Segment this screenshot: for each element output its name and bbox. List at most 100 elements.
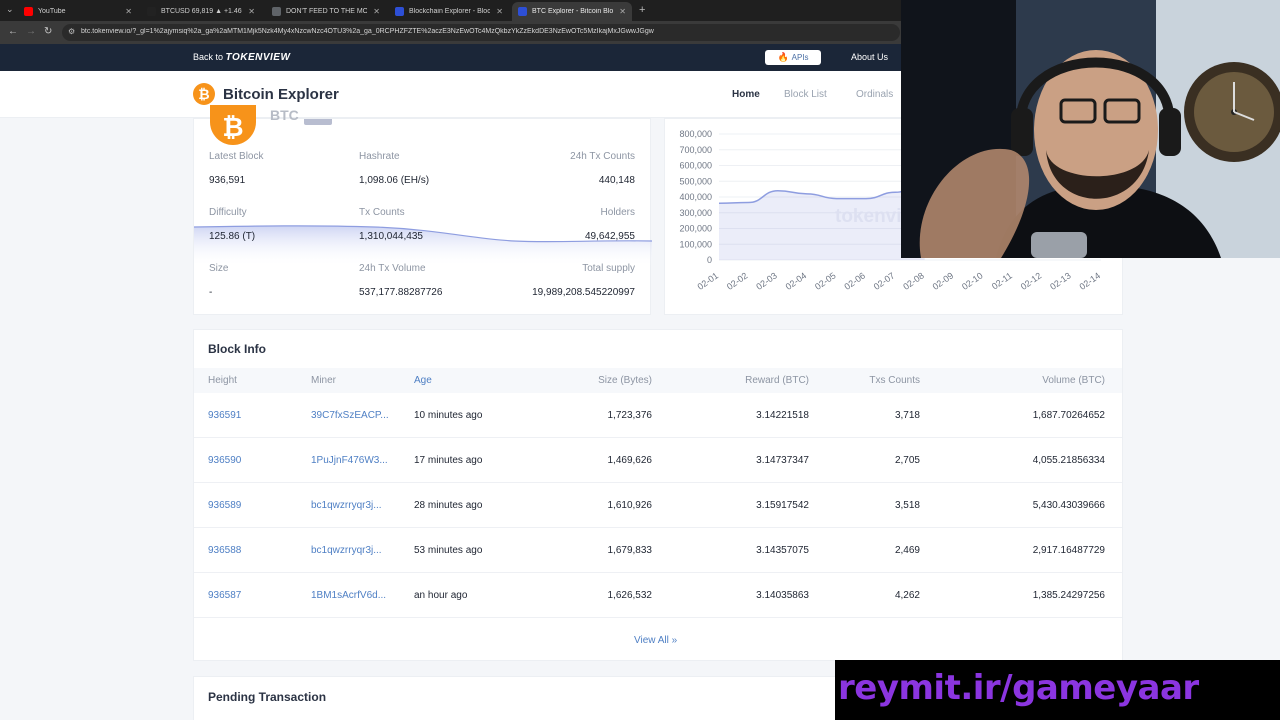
block-miner-link[interactable]: bc1qwzrryqr3j...: [311, 545, 382, 556]
chart-y-tick-label: 100,000: [679, 239, 712, 249]
tab-close-icon[interactable]: ✕: [248, 7, 255, 16]
tab-favicon-icon: [147, 7, 156, 16]
browser-tab[interactable]: DON'T FEED TO THE MONKEYS ✕: [266, 2, 386, 21]
block-txs-count: 2,469: [894, 545, 920, 556]
col-txs-counts: Txs Counts: [869, 375, 920, 386]
browser-tab[interactable]: BTC Explorer - Bitcoin Block Exp ✕: [512, 2, 632, 21]
block-height-link[interactable]: 936588: [208, 545, 241, 556]
stat-value-total-supply: 19,989,208.545220997: [532, 287, 635, 298]
block-miner-link[interactable]: 39C7fxSzEACP...: [311, 410, 389, 421]
block-height-link[interactable]: 936587: [208, 590, 241, 601]
chart-x-tick-label: 02-07: [872, 270, 897, 291]
apis-button[interactable]: 🔥 APIs: [765, 50, 821, 65]
block-volume: 1,385.24297256: [1032, 590, 1105, 601]
tab-title: Blockchain Explorer - Block Expl: [409, 8, 491, 15]
block-info-card: Block Info Height Miner Age Size (Bytes)…: [193, 329, 1123, 661]
stat-value-latest-block[interactable]: 936,591: [209, 175, 245, 186]
table-row: 936587 1BM1sAcrfV6d... an hour ago 1,626,53…: [194, 573, 1122, 618]
stat-label-holders: Holders: [600, 207, 635, 218]
chart-x-tick-label: 02-14: [1078, 270, 1103, 291]
block-height-link[interactable]: 936589: [208, 500, 241, 511]
block-size: 1,723,376: [607, 410, 653, 421]
stat-value-size: -: [209, 287, 213, 298]
forward-arrow-icon[interactable]: →: [26, 26, 36, 37]
table-row: 936588 bc1qwzrryqr3j... 53 minutes ago 1,67…: [194, 528, 1122, 573]
col-height: Height: [208, 375, 237, 386]
pending-transaction-title: Pending Transaction: [208, 690, 327, 704]
chart-x-tick-label: 02-02: [725, 270, 750, 291]
chart-x-tick-label: 02-13: [1048, 270, 1073, 291]
chart-x-tick-label: 02-12: [1019, 270, 1044, 291]
block-height-link[interactable]: 936590: [208, 455, 241, 466]
block-age: 53 minutes ago: [414, 545, 483, 556]
tab-close-icon[interactable]: ✕: [619, 7, 626, 16]
tab-close-icon[interactable]: ✕: [373, 7, 380, 16]
site-info-icon[interactable]: ⚙: [68, 27, 75, 36]
block-height-link[interactable]: 936591: [208, 410, 241, 421]
stat-label-24h-tx-counts: 24h Tx Counts: [570, 151, 635, 162]
chart-y-tick-label: 300,000: [679, 208, 712, 218]
view-all-blocks-link[interactable]: View All »: [634, 635, 677, 646]
back-arrow-icon[interactable]: ←: [8, 26, 18, 37]
stat-value-holders: 49,642,955: [584, 231, 635, 242]
chart-y-tick-label: 200,000: [679, 224, 712, 234]
new-tab-plus-icon[interactable]: +: [639, 4, 645, 16]
streamer-video-image: [901, 0, 1280, 258]
chart-y-tick-label: 700,000: [679, 145, 712, 155]
block-age: 28 minutes ago: [414, 500, 483, 511]
back-label: Back to: [193, 52, 224, 62]
back-to-tokenview-link[interactable]: Back to TOKENVIEW: [193, 52, 290, 63]
flame-icon: 🔥: [777, 52, 789, 62]
stat-label-24h-tx-volume: 24h Tx Volume: [359, 263, 426, 274]
chart-x-tick-label: 02-08: [901, 270, 926, 291]
tab-favicon-icon: [272, 7, 281, 16]
address-bar[interactable]: ⚙ btc.tokenview.io/?_gl=1%2ajymsiq%2a_ga…: [62, 24, 900, 41]
chart-x-tick-label: 02-01: [696, 270, 721, 291]
block-reward: 3.15917542: [756, 500, 809, 511]
col-reward: Reward (BTC): [745, 375, 809, 386]
block-table-header: Height Miner Age Size (Bytes) Reward (BT…: [194, 368, 1122, 393]
tokenview-logo-text: TOKENVIEW: [225, 52, 291, 63]
chart-y-tick-label: 500,000: [679, 176, 712, 186]
chart-x-tick-label: 02-06: [842, 270, 867, 291]
coin-symbol: BTC: [270, 107, 299, 123]
stat-value-hashrate: 1,098.06 (EH/s): [359, 175, 430, 186]
browser-tab[interactable]: YouTube ✕: [18, 2, 138, 21]
block-size: 1,469,626: [607, 455, 653, 466]
bitcoin-logo-icon[interactable]: ₿: [193, 83, 215, 105]
reload-icon[interactable]: ↻: [44, 26, 52, 37]
chart-area-fill: [719, 182, 925, 260]
block-info-title: Block Info: [208, 342, 267, 356]
block-volume: 2,917.16487729: [1032, 545, 1105, 556]
block-age: 10 minutes ago: [414, 410, 483, 421]
channel-watermark-text: reymit.ir/gameyaar: [838, 668, 1199, 708]
browser-tab[interactable]: Blockchain Explorer - Block Expl ✕: [389, 2, 509, 21]
stat-value-24h-tx-counts: 440,148: [598, 175, 635, 186]
stat-label-total-supply: Total supply: [582, 263, 635, 274]
about-us-link[interactable]: About Us: [851, 52, 888, 62]
block-txs-count: 3,518: [894, 500, 920, 511]
block-reward: 3.14221518: [756, 410, 809, 421]
table-row: 936591 39C7fxSzEACP... 10 minutes ago 1,723…: [194, 393, 1122, 438]
tab-close-icon[interactable]: ✕: [496, 7, 503, 16]
col-age-toggle[interactable]: Age: [414, 375, 432, 386]
chart-y-tick-label: 0: [707, 255, 712, 265]
block-txs-count: 3,718: [894, 410, 920, 421]
nav-block-list[interactable]: Block List: [784, 89, 827, 100]
block-miner-link[interactable]: 1BM1sAcrfV6d...: [311, 590, 386, 601]
nav-ordinals[interactable]: Ordinals: [856, 89, 893, 100]
block-volume: 1,687.70264652: [1032, 410, 1105, 421]
stat-label-tx-counts: Tx Counts: [359, 207, 405, 218]
block-reward: 3.14357075: [756, 545, 809, 556]
block-size: 1,679,833: [607, 545, 653, 556]
site-title[interactable]: Bitcoin Explorer: [223, 86, 339, 103]
block-txs-count: 2,705: [894, 455, 920, 466]
tab-search-chevron-icon[interactable]: ⌄: [6, 4, 14, 15]
tab-close-icon[interactable]: ✕: [125, 7, 132, 16]
nav-home[interactable]: Home: [732, 89, 760, 100]
stat-label-hashrate: Hashrate: [359, 151, 400, 162]
block-miner-link[interactable]: bc1qwzrryqr3j...: [311, 500, 382, 511]
block-miner-link[interactable]: 1PuJjnF476W3...: [311, 455, 388, 466]
stat-value-24h-tx-volume: 537,177.88287726: [359, 287, 443, 298]
browser-tab[interactable]: BTCUSD 69,819 ▲ +1.46% Unn ✕: [141, 2, 261, 21]
